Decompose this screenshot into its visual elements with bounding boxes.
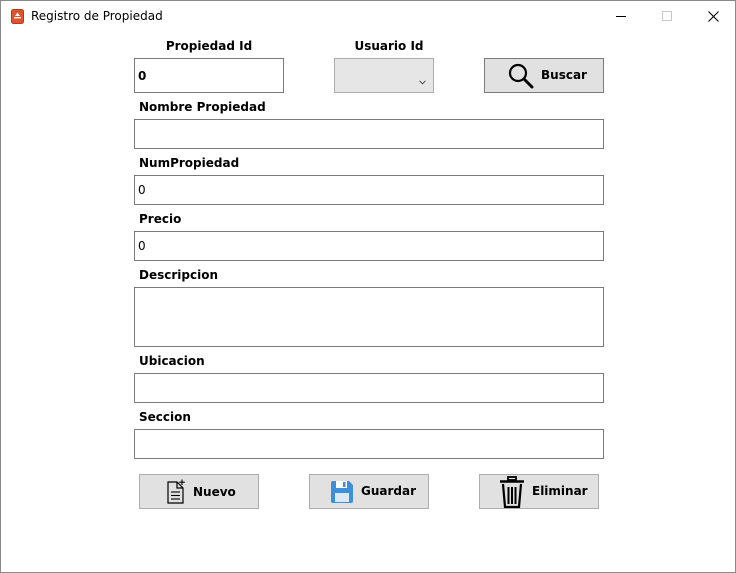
title-bar[interactable]: Registro de Propiedad bbox=[1, 1, 735, 31]
guardar-button[interactable]: Guardar bbox=[309, 474, 429, 509]
save-icon bbox=[331, 481, 353, 503]
num-propiedad-input[interactable] bbox=[134, 175, 604, 205]
nombre-propiedad-input[interactable] bbox=[134, 119, 604, 149]
propiedad-id-label: Propiedad Id bbox=[165, 39, 253, 53]
search-icon bbox=[508, 63, 534, 89]
close-button[interactable] bbox=[690, 1, 736, 31]
nuevo-button[interactable]: Nuevo bbox=[139, 474, 259, 509]
eliminar-button[interactable]: Eliminar bbox=[479, 474, 599, 509]
window-title: Registro de Propiedad bbox=[31, 9, 163, 23]
ubicacion-input[interactable] bbox=[134, 373, 604, 403]
descripcion-label: Descripcion bbox=[139, 268, 218, 282]
buscar-button[interactable]: Buscar bbox=[484, 58, 604, 93]
nuevo-label: Nuevo bbox=[193, 485, 236, 499]
minimize-button[interactable] bbox=[598, 1, 644, 31]
new-document-icon bbox=[167, 479, 185, 504]
chevron-down-icon bbox=[419, 70, 426, 89]
descripcion-textarea[interactable] bbox=[134, 287, 604, 347]
minimize-icon bbox=[616, 16, 626, 17]
nombre-propiedad-label: Nombre Propiedad bbox=[139, 100, 266, 114]
propiedad-id-input[interactable] bbox=[134, 58, 284, 93]
app-document-icon bbox=[11, 9, 24, 24]
maximize-icon bbox=[662, 11, 672, 21]
num-propiedad-label: NumPropiedad bbox=[139, 156, 240, 170]
usuario-id-select[interactable] bbox=[334, 58, 434, 93]
guardar-label: Guardar bbox=[361, 484, 417, 498]
precio-label: Precio bbox=[139, 212, 182, 226]
ubicacion-label: Ubicacion bbox=[139, 354, 205, 368]
seccion-label: Seccion bbox=[139, 410, 191, 424]
maximize-button[interactable] bbox=[644, 1, 690, 31]
seccion-input[interactable] bbox=[134, 429, 604, 459]
precio-input[interactable] bbox=[134, 231, 604, 261]
main-window: Registro de Propiedad Propiedad Id Usuar… bbox=[0, 0, 736, 573]
eliminar-label: Eliminar bbox=[532, 484, 588, 498]
buscar-label: Buscar bbox=[541, 68, 587, 82]
close-icon bbox=[707, 10, 719, 22]
trash-icon bbox=[500, 476, 524, 508]
usuario-id-label: Usuario Id bbox=[354, 39, 424, 53]
